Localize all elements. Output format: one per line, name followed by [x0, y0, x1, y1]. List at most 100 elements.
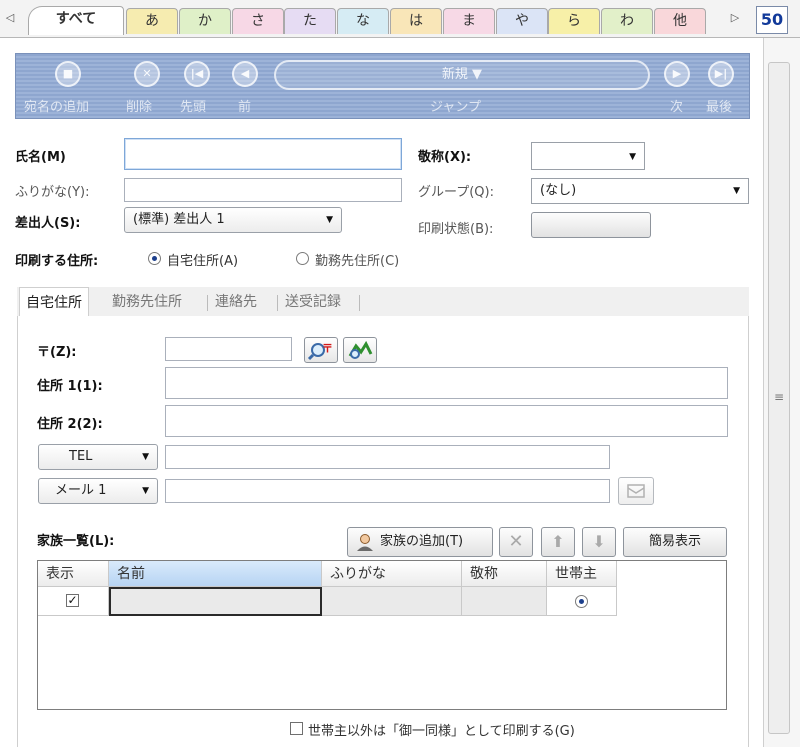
- delete-icon[interactable]: ✕: [134, 61, 160, 87]
- record-count-box[interactable]: 50: [756, 6, 788, 34]
- column-header-show[interactable]: 表示: [38, 561, 109, 587]
- same-household-checkbox[interactable]: [290, 722, 303, 735]
- mail-type-value: メール 1: [55, 483, 107, 498]
- print-status-label: 印刷状態(B):: [418, 222, 494, 237]
- svg-text:〒: 〒: [322, 342, 333, 355]
- postal-code-input[interactable]: [165, 337, 292, 361]
- first-record-icon[interactable]: |◀: [184, 61, 210, 87]
- tab-scroll-right-icon[interactable]: ▷: [728, 8, 742, 28]
- kana-tab-0[interactable]: すべて: [28, 6, 124, 35]
- group-combo[interactable]: (なし) ▼: [531, 178, 749, 204]
- add-record-icon[interactable]: ■: [55, 61, 81, 87]
- jump-selector[interactable]: 新規 ▼: [274, 60, 650, 90]
- column-header-furigana[interactable]: ふりがな: [322, 561, 462, 587]
- home-address-radio[interactable]: [148, 252, 161, 265]
- home-address-option-label[interactable]: 自宅住所(A): [167, 250, 238, 269]
- furigana-input[interactable]: [124, 178, 402, 202]
- kana-tab-8[interactable]: や: [496, 8, 548, 34]
- column-header-head[interactable]: 世帯主: [547, 561, 617, 587]
- add-family-button[interactable]: 家族の追加(T): [347, 527, 493, 557]
- print-status-button[interactable]: [531, 212, 651, 238]
- kana-tab-3[interactable]: さ: [232, 8, 284, 34]
- delete-button[interactable]: 削除: [126, 96, 152, 115]
- previous-record-icon[interactable]: ◀: [232, 61, 258, 87]
- kana-tab-9[interactable]: ら: [548, 8, 600, 34]
- add-record-button[interactable]: 宛名の追加: [24, 96, 89, 115]
- kana-tab-11[interactable]: 他: [654, 8, 706, 34]
- phone-type-combo[interactable]: TEL ▼: [38, 444, 158, 470]
- family-grid[interactable]: 表示 名前 ふりがな 敬称 世帯主 ✓: [37, 560, 727, 710]
- name-label: 氏名(M): [15, 150, 66, 165]
- sender-combo[interactable]: (標準) 差出人 1 ▼: [124, 207, 342, 233]
- postal-search-icon: 〒: [307, 342, 333, 361]
- move-up-button[interactable]: ⬆: [541, 527, 575, 557]
- table-row-show-cell[interactable]: ✓: [38, 587, 109, 616]
- next-record-button[interactable]: 次: [670, 96, 683, 115]
- address2-input[interactable]: [165, 405, 728, 437]
- postal-search-button[interactable]: 〒: [304, 337, 338, 363]
- phone-input[interactable]: [165, 445, 610, 469]
- add-family-label: 家族の追加(T): [380, 534, 464, 549]
- tab-history[interactable]: 送受記録: [285, 287, 341, 317]
- tab-separator: [207, 295, 208, 311]
- kana-tab-4[interactable]: た: [284, 8, 336, 34]
- work-address-radio[interactable]: [296, 252, 309, 265]
- column-header-honorific[interactable]: 敬称: [462, 561, 547, 587]
- show-checkbox[interactable]: ✓: [66, 594, 79, 607]
- honorific-combo[interactable]: ▼: [531, 142, 645, 170]
- group-label: グループ(Q):: [418, 185, 494, 200]
- last-record-button[interactable]: 最後: [706, 96, 732, 115]
- sender-value: (標準) 差出人 1: [133, 212, 225, 227]
- first-record-button[interactable]: 先頭: [180, 96, 206, 115]
- table-row-name-cell[interactable]: [109, 587, 322, 616]
- tab-scroll-left-icon[interactable]: ◁: [3, 8, 17, 28]
- move-down-button[interactable]: ⬇: [582, 527, 616, 557]
- table-row-head-cell[interactable]: [547, 587, 617, 616]
- arrow-down-icon: ⬇: [592, 532, 606, 551]
- same-household-label[interactable]: 世帯主以外は「御一同様」として印刷する(G): [308, 720, 575, 739]
- table-row-furigana-cell[interactable]: [322, 587, 462, 616]
- tab-separator: [277, 295, 278, 311]
- address-lookup-button[interactable]: [343, 337, 377, 363]
- simple-view-button[interactable]: 簡易表示: [623, 527, 727, 557]
- last-record-icon[interactable]: ▶|: [708, 61, 734, 87]
- kana-tab-1[interactable]: あ: [126, 8, 178, 34]
- tab-contact[interactable]: 連絡先: [215, 287, 257, 317]
- next-record-icon[interactable]: ▶: [664, 61, 690, 87]
- chevron-down-icon: ▼: [142, 452, 149, 462]
- kana-tab-7[interactable]: ま: [443, 8, 495, 34]
- kana-tab-5[interactable]: な: [337, 8, 389, 34]
- head-of-household-radio[interactable]: [575, 595, 588, 608]
- address-tab-bar: 自宅住所 勤務先住所 連絡先 送受記録: [17, 287, 749, 318]
- navigation-toolbar: ■ 宛名の追加 ✕ 削除 |◀ 先頭 ◀ 前 新規 ▼ ジャンプ ▶ 次 ▶| …: [15, 53, 750, 119]
- chevron-down-icon: ▼: [142, 486, 149, 496]
- remove-family-button[interactable]: ✕: [499, 527, 533, 557]
- postal-label: 〒(Z):: [37, 345, 77, 360]
- previous-record-button[interactable]: 前: [238, 96, 251, 115]
- jump-label: ジャンプ: [430, 100, 481, 115]
- mail-icon: [627, 484, 645, 498]
- arrow-up-icon: ⬆: [551, 532, 565, 551]
- mail-input[interactable]: [165, 479, 610, 503]
- work-address-option-label[interactable]: 勤務先住所(C): [315, 250, 399, 269]
- kana-tab-strip: ◁ すべてあかさたなはまやらわ他 ▷ 50: [0, 0, 800, 38]
- kana-tab-6[interactable]: は: [390, 8, 442, 34]
- name-input[interactable]: [124, 138, 402, 170]
- kana-tab-2[interactable]: か: [179, 8, 231, 34]
- address1-label: 住所 1(1):: [37, 379, 103, 394]
- person-icon: [357, 534, 373, 551]
- address1-input[interactable]: [165, 367, 728, 399]
- mail-type-combo[interactable]: メール 1 ▼: [38, 478, 158, 504]
- tab-home-address[interactable]: 自宅住所: [19, 287, 89, 318]
- chevron-down-icon: ▼: [326, 215, 333, 225]
- table-row-honorific-cell[interactable]: [462, 587, 547, 616]
- print-address-label: 印刷する住所:: [15, 254, 99, 269]
- honorific-label: 敬称(X):: [418, 150, 472, 165]
- send-mail-button[interactable]: [618, 477, 654, 505]
- tab-work-address[interactable]: 勤務先住所: [112, 287, 182, 317]
- furigana-label: ふりがな(Y):: [15, 185, 90, 200]
- column-header-name[interactable]: 名前: [109, 561, 322, 587]
- phone-type-value: TEL: [69, 449, 93, 464]
- tab-separator: [359, 295, 360, 311]
- kana-tab-10[interactable]: わ: [601, 8, 653, 34]
